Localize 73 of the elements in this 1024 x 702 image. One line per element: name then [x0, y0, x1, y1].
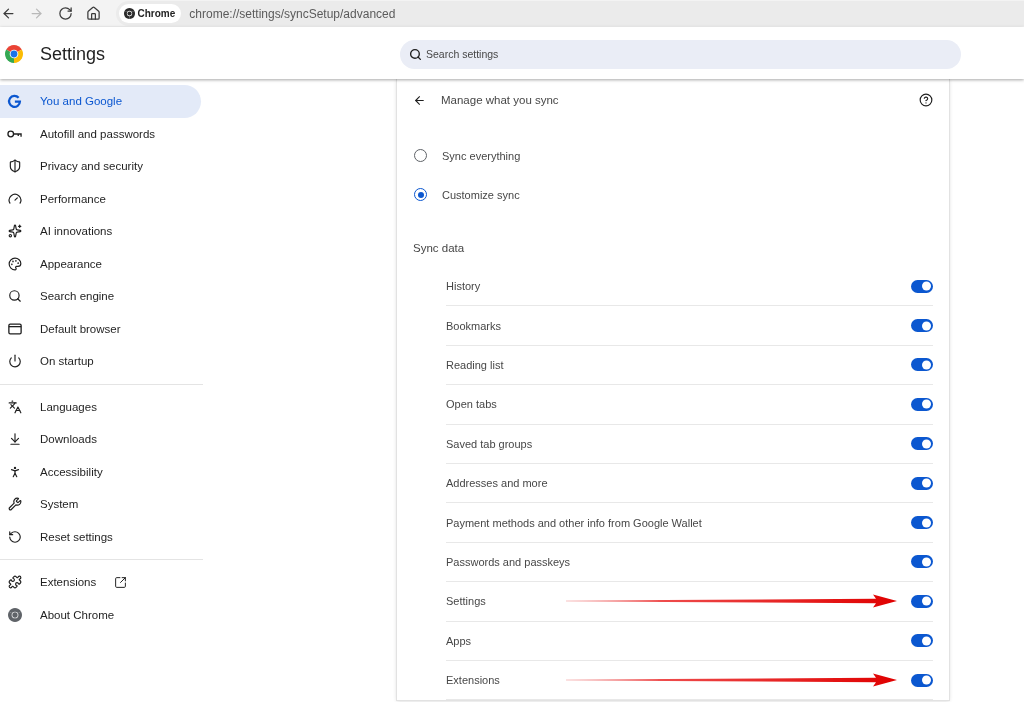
- sidebar-item[interactable]: Search engine: [0, 280, 201, 313]
- toggle-switch[interactable]: [911, 397, 933, 411]
- gauge-icon: [7, 191, 22, 206]
- sync-item-label: Extensions: [446, 674, 500, 687]
- toggle-switch[interactable]: [911, 358, 933, 372]
- sidebar-item[interactable]: Languages: [0, 390, 201, 423]
- toggle-switch[interactable]: [911, 476, 933, 490]
- sidebar-item[interactable]: System: [0, 488, 201, 521]
- site-info-chip[interactable]: Chrome: [118, 4, 182, 23]
- url-text: chrome://settings/syncSetup/advanced: [189, 6, 396, 21]
- arrow-left-icon: [413, 93, 426, 107]
- key-icon: [7, 128, 22, 139]
- sidebar-item[interactable]: Performance: [0, 182, 201, 215]
- page-title: Settings: [40, 43, 106, 65]
- download-icon: [7, 432, 22, 447]
- letter-g-icon: [7, 93, 22, 109]
- puzzle-icon: [7, 575, 22, 590]
- palette-icon: [7, 256, 22, 271]
- search-icon: [409, 47, 422, 61]
- sparkles-icon: [7, 224, 22, 239]
- toggle-switch[interactable]: [911, 279, 933, 293]
- sidebar-item[interactable]: Downloads: [0, 423, 201, 456]
- sync-item-label: History: [446, 280, 481, 293]
- sync-item-label: Saved tab groups: [446, 437, 533, 450]
- shield-icon: [7, 159, 22, 174]
- reload-icon: [57, 6, 73, 21]
- option-label: Sync everything: [442, 149, 521, 162]
- help-icon[interactable]: [919, 93, 933, 107]
- search-field[interactable]: Search settings: [400, 39, 961, 69]
- home-icon: [86, 6, 101, 21]
- sidebar-item[interactable]: Extensions: [0, 566, 201, 599]
- toggle-switch[interactable]: [911, 319, 933, 333]
- sidebar-item[interactable]: You and Google: [0, 85, 201, 118]
- panel-title: Manage what you sync: [441, 94, 559, 106]
- browser-logo-icon: [123, 8, 135, 19]
- sync-item-label: Passwords and passkeys: [446, 555, 571, 568]
- sidebar-item[interactable]: About Chrome: [0, 598, 201, 631]
- power-icon: [7, 354, 22, 369]
- sidebar-item[interactable]: Reset settings: [0, 520, 201, 553]
- sync-item-label: Payment methods and other info from Google Wallet: [446, 516, 702, 529]
- sidebar-item[interactable]: AI innovations: [0, 215, 201, 248]
- browser-window-icon: [7, 322, 22, 335]
- address-bar[interactable]: Chrome chrome://settings/syncSetup/advanced: [115, 1, 1024, 26]
- toggle-switch[interactable]: [911, 437, 933, 451]
- sidebar-item[interactable]: Privacy and security: [0, 150, 201, 183]
- rotate-arrow-icon: [7, 529, 22, 544]
- sync-item-label: Apps: [446, 634, 472, 647]
- toggle-switch[interactable]: [911, 634, 933, 648]
- translate-icon: [7, 399, 22, 414]
- sidebar-item[interactable]: Default browser: [0, 312, 201, 345]
- back-button[interactable]: [413, 93, 426, 107]
- wrench-icon: [7, 497, 22, 512]
- arrow-left-icon: [0, 6, 16, 21]
- sync-item-label: Open tabs: [446, 398, 497, 411]
- sidebar-item[interactable]: Appearance: [0, 247, 201, 280]
- sync-item-label: Settings: [446, 595, 486, 608]
- sync-item-label: Reading list: [446, 358, 504, 371]
- toggle-switch[interactable]: [911, 594, 933, 608]
- sync-item-label: Addresses and more: [446, 477, 548, 490]
- toggle-switch[interactable]: [911, 673, 933, 687]
- sidebar-item[interactable]: Autofill and passwords: [0, 117, 201, 150]
- browser-logo-icon: [7, 607, 22, 622]
- toggle-switch[interactable]: [911, 516, 933, 530]
- option-label: Customize sync: [442, 188, 520, 201]
- external-link-icon: [114, 575, 128, 589]
- arrow-right-icon: [29, 6, 44, 21]
- sync-item-label: Bookmarks: [446, 319, 502, 332]
- sidebar-item[interactable]: Accessibility: [0, 455, 201, 488]
- toggle-switch[interactable]: [911, 555, 933, 569]
- sidebar-item[interactable]: On startup: [0, 345, 201, 378]
- search-icon: [7, 289, 22, 304]
- browser-logo-icon: [5, 45, 23, 63]
- section-heading: Sync data: [413, 241, 465, 256]
